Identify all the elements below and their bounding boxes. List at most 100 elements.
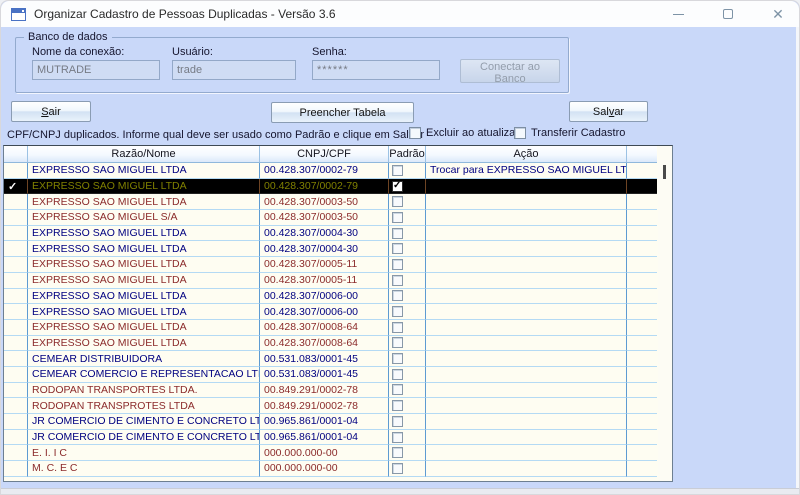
extra-cell xyxy=(627,367,657,383)
table-row[interactable]: ✓ CEMEAR DISTRIBUIDORA 00.531.083/0001-4… xyxy=(4,351,657,367)
table-row[interactable]: ✓ EXPRESSO SAO MIGUEL LTDA 00.428.307/00… xyxy=(4,194,657,210)
table-row[interactable]: ✓ EXPRESSO SAO MIGUEL LTDA 00.428.307/00… xyxy=(4,289,657,305)
row-indicator-cell: ✓ xyxy=(4,445,28,461)
padrao-checkbox[interactable]: ✓ xyxy=(392,275,403,286)
extra-cell xyxy=(627,398,657,414)
user-input[interactable] xyxy=(172,60,296,80)
transferir-cadastro-option[interactable]: Transferir Cadastro xyxy=(514,127,625,139)
minimize-button[interactable] xyxy=(665,3,691,25)
titlebar: Organizar Cadastro de Pessoas Duplicadas… xyxy=(1,1,799,27)
padrao-checkbox[interactable]: ✓ xyxy=(392,181,403,192)
connection-name-input[interactable] xyxy=(32,60,160,80)
acao-cell xyxy=(426,383,627,399)
padrao-checkbox[interactable]: ✓ xyxy=(392,165,403,176)
row-indicator-cell: ✓ xyxy=(4,383,28,399)
extra-cell xyxy=(627,289,657,305)
excluir-checkbox[interactable] xyxy=(409,127,421,139)
fill-table-button[interactable]: Preencher Tabela xyxy=(271,102,414,123)
maximize-button[interactable] xyxy=(715,3,741,25)
exit-button[interactable]: Sair xyxy=(11,101,91,122)
padrao-cell: ✓ xyxy=(389,445,426,461)
padrao-checkbox[interactable]: ✓ xyxy=(392,400,403,411)
razao-nome-cell: EXPRESSO SAO MIGUEL LTDA xyxy=(28,179,260,195)
table-row[interactable]: ✓ EXPRESSO SAO MIGUEL LTDA 00.428.307/00… xyxy=(4,257,657,273)
app-window-icon[interactable] xyxy=(11,8,26,21)
row-indicator-cell: ✓ xyxy=(4,320,28,336)
transferir-checkbox[interactable] xyxy=(514,127,526,139)
minimize-icon xyxy=(673,14,684,15)
padrao-checkbox[interactable]: ✓ xyxy=(392,353,403,364)
padrao-checkbox[interactable]: ✓ xyxy=(392,369,403,380)
razao-nome-cell: CEMEAR DISTRIBUIDORA xyxy=(28,351,260,367)
header-cnpj-cpf[interactable]: CNPJ/CPF xyxy=(260,146,389,163)
padrao-checkbox[interactable]: ✓ xyxy=(392,243,403,254)
padrao-checkbox[interactable]: ✓ xyxy=(392,306,403,317)
padrao-checkbox[interactable]: ✓ xyxy=(392,322,403,333)
extra-cell xyxy=(627,351,657,367)
grid-vertical-scrollbar[interactable] xyxy=(658,146,672,481)
row-indicator-cell: ✓ xyxy=(4,257,28,273)
table-row[interactable]: ✓ EXPRESSO SAO MIGUEL LTDA 00.428.307/00… xyxy=(4,226,657,242)
save-button[interactable]: Salvar xyxy=(569,101,648,122)
password-input[interactable] xyxy=(312,60,440,80)
header-razao-nome[interactable]: Razão/Nome xyxy=(28,146,260,163)
table-row[interactable]: ✓ EXPRESSO SAO MIGUEL LTDA 00.428.307/00… xyxy=(4,304,657,320)
cnpj-cpf-cell: 00.428.307/0002-79 xyxy=(260,179,389,195)
padrao-checkbox[interactable]: ✓ xyxy=(392,196,403,207)
razao-nome-cell: JR COMERCIO DE CIMENTO E CONCRETO LTDA xyxy=(28,430,260,446)
acao-cell xyxy=(426,241,627,257)
table-row[interactable]: ✓ RODOPAN TRANSPROTES LTDA 00.849.291/00… xyxy=(4,398,657,414)
padrao-checkbox[interactable]: ✓ xyxy=(392,212,403,223)
table-row[interactable]: ✓ EXPRESSO SAO MIGUEL LTDA 00.428.307/00… xyxy=(4,163,657,179)
extra-cell xyxy=(627,179,657,195)
padrao-checkbox[interactable]: ✓ xyxy=(392,416,403,427)
padrao-cell: ✓ xyxy=(389,210,426,226)
cnpj-cpf-cell: 00.428.307/0004-30 xyxy=(260,241,389,257)
padrao-checkbox[interactable]: ✓ xyxy=(392,337,403,348)
table-row[interactable]: ✓ EXPRESSO SAO MIGUEL LTDA 00.428.307/00… xyxy=(4,241,657,257)
cnpj-cpf-cell: 00.428.307/0002-79 xyxy=(260,163,389,179)
padrao-cell: ✓ xyxy=(389,320,426,336)
row-indicator-cell: ✓ xyxy=(4,430,28,446)
acao-cell xyxy=(426,398,627,414)
extra-cell xyxy=(627,336,657,352)
extra-cell xyxy=(627,163,657,179)
row-indicator-cell: ✓ xyxy=(4,304,28,320)
padrao-checkbox[interactable]: ✓ xyxy=(392,463,403,474)
connect-database-button[interactable]: Conectar ao Banco xyxy=(460,59,560,83)
razao-nome-cell: RODOPAN TRANSPORTES LTDA. xyxy=(28,383,260,399)
acao-cell xyxy=(426,414,627,430)
table-row[interactable]: ✓ JR COMERCIO DE CIMENTO E CONCRETO LTDA… xyxy=(4,430,657,446)
table-row[interactable]: ✓ CEMEAR COMERCIO E REPRESENTACAO LTDA 0… xyxy=(4,367,657,383)
razao-nome-cell: JR COMERCIO DE CIMENTO E CONCRETO LTDA xyxy=(28,414,260,430)
table-row[interactable]: ✓ EXPRESSO SAO MIGUEL LTDA 00.428.307/00… xyxy=(4,336,657,352)
padrao-cell: ✓ xyxy=(389,304,426,320)
table-row[interactable]: ✓ JR COMERCIO DE CIMENTO E CONCRETO LTDA… xyxy=(4,414,657,430)
close-button[interactable]: ✕ xyxy=(765,3,791,25)
window-title: Organizar Cadastro de Pessoas Duplicadas… xyxy=(34,7,336,21)
row-indicator-cell: ✓ xyxy=(4,289,28,305)
table-row[interactable]: ✓ EXPRESSO SAO MIGUEL LTDA 00.428.307/00… xyxy=(4,273,657,289)
table-row[interactable]: ✓ EXPRESSO SAO MIGUEL S/A 00.428.307/000… xyxy=(4,210,657,226)
table-row[interactable]: ✓ EXPRESSO SAO MIGUEL LTDA 00.428.307/00… xyxy=(4,320,657,336)
excluir-ao-atualizar-option[interactable]: Excluir ao atualizar xyxy=(409,127,519,139)
padrao-checkbox[interactable]: ✓ xyxy=(392,259,403,270)
table-row[interactable]: ✓ RODOPAN TRANSPORTES LTDA. 00.849.291/0… xyxy=(4,383,657,399)
table-row[interactable]: ✓ M. C. E C 000.000.000-00 ✓ xyxy=(4,461,657,477)
grid-scrollbar-thumb[interactable] xyxy=(663,165,666,179)
header-padrao[interactable]: Padrão xyxy=(389,146,426,163)
padrao-checkbox[interactable]: ✓ xyxy=(392,447,403,458)
table-row[interactable]: ✓ EXPRESSO SAO MIGUEL LTDA 00.428.307/00… xyxy=(4,179,657,195)
padrao-cell: ✓ xyxy=(389,414,426,430)
padrao-checkbox[interactable]: ✓ xyxy=(392,290,403,301)
row-selected-check-icon: ✓ xyxy=(4,180,17,193)
padrao-checkbox[interactable]: ✓ xyxy=(392,384,403,395)
grid-header-row: Razão/Nome CNPJ/CPF Padrão Ação xyxy=(4,146,657,163)
header-acao[interactable]: Ação xyxy=(426,146,627,163)
table-row[interactable]: ✓ E. I. I C 000.000.000-00 ✓ xyxy=(4,445,657,461)
cnpj-cpf-cell: 00.428.307/0003-50 xyxy=(260,210,389,226)
cnpj-cpf-cell: 000.000.000-00 xyxy=(260,461,389,477)
padrao-checkbox[interactable]: ✓ xyxy=(392,432,403,443)
user-label: Usuário: xyxy=(172,46,213,58)
padrao-checkbox[interactable]: ✓ xyxy=(392,228,403,239)
